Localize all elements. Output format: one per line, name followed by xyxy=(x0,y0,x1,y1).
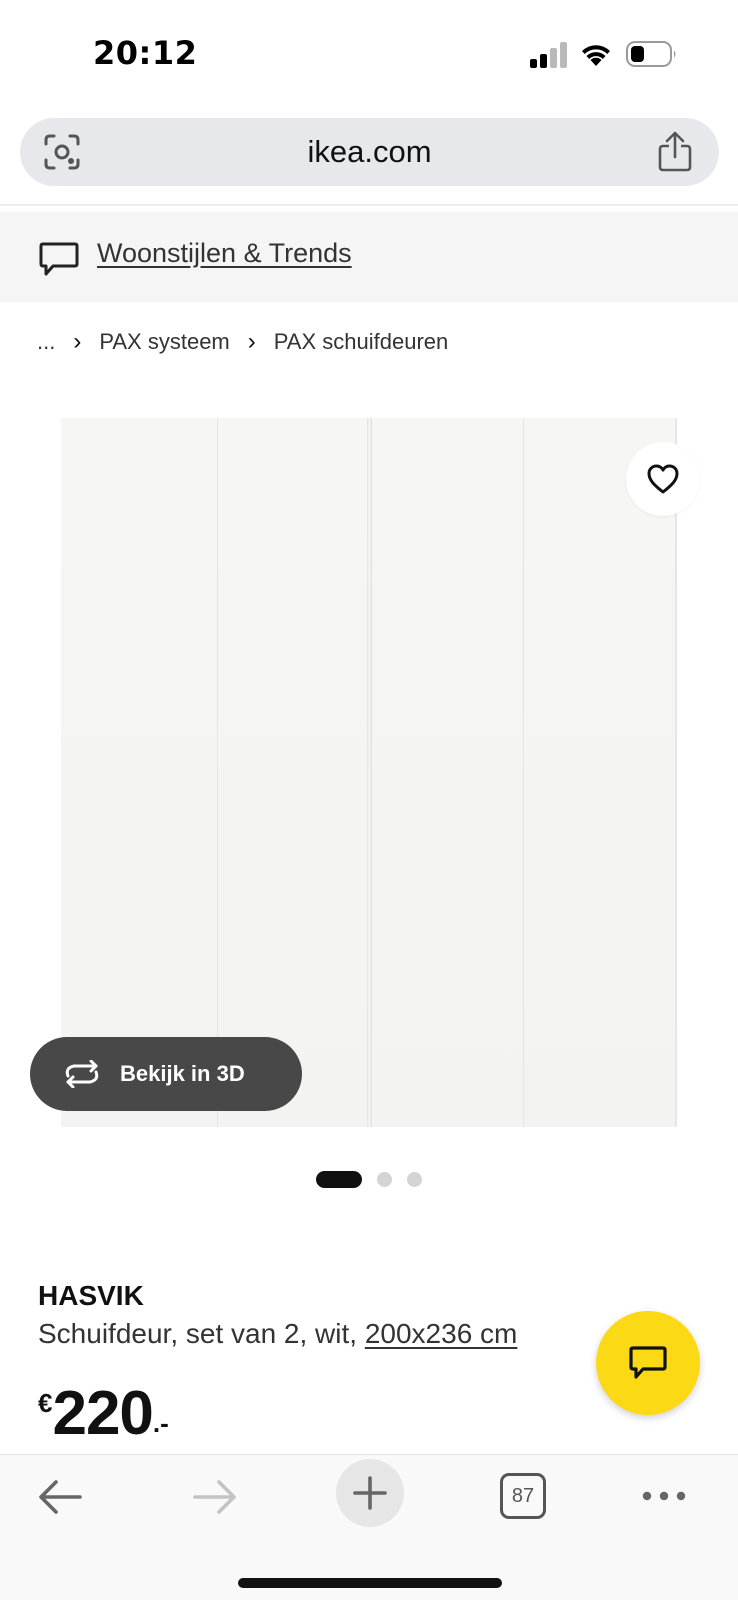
door-gap xyxy=(367,418,372,1127)
door-panel-line xyxy=(217,418,218,1127)
styles-trends-link[interactable]: Woonstijlen & Trends xyxy=(97,238,352,269)
rotate-3d-icon xyxy=(65,1060,99,1088)
carousel-dot[interactable] xyxy=(377,1171,392,1187)
more-options-icon[interactable] xyxy=(641,1481,687,1511)
door-edge xyxy=(675,418,677,1127)
status-time: 20:12 xyxy=(93,34,198,72)
home-indicator[interactable] xyxy=(238,1578,502,1588)
breadcrumb: ... › PAX systeem › PAX schuifdeuren xyxy=(37,328,448,356)
plus-icon xyxy=(353,1476,387,1510)
back-arrow-icon[interactable] xyxy=(37,1477,83,1517)
chat-icon xyxy=(629,1346,667,1379)
address-bar[interactable]: ikea.com xyxy=(20,118,719,186)
breadcrumb-item-pax-system[interactable]: PAX systeem xyxy=(99,329,229,355)
chat-button[interactable] xyxy=(596,1311,700,1415)
carousel-dot-active[interactable] xyxy=(316,1170,362,1188)
tabs-button[interactable]: 87 xyxy=(500,1473,546,1519)
product-name: HASVIK xyxy=(38,1280,144,1311)
cellular-signal-icon xyxy=(530,42,567,68)
chat-icon xyxy=(39,242,79,276)
forward-arrow-icon[interactable] xyxy=(192,1477,238,1517)
price-amount: 220 xyxy=(52,1379,153,1448)
door-panel-line xyxy=(523,418,524,1127)
header-divider xyxy=(0,204,738,206)
image-carousel-dots xyxy=(316,1170,422,1188)
battery-icon xyxy=(626,41,676,67)
product-price: € 220 .- xyxy=(38,1382,169,1446)
view-3d-button[interactable]: Bekijk in 3D xyxy=(30,1037,302,1111)
wifi-icon xyxy=(582,45,610,66)
product-description: Schuifdeur, set van 2, wit, 200x236 cm xyxy=(38,1318,517,1350)
view-3d-label: Bekijk in 3D xyxy=(120,1061,245,1086)
promo-banner: Woonstijlen & Trends xyxy=(0,212,738,302)
product-description-text: Schuifdeur, set van 2, wit, xyxy=(38,1318,365,1349)
carousel-dot[interactable] xyxy=(407,1171,422,1187)
price-suffix: .- xyxy=(152,1408,169,1438)
favorite-button[interactable] xyxy=(626,442,700,516)
status-bar: 20:12 xyxy=(0,0,738,108)
new-tab-button[interactable] xyxy=(336,1459,404,1527)
product-size-link[interactable]: 200x236 cm xyxy=(365,1318,518,1349)
url-text[interactable]: ikea.com xyxy=(20,134,719,170)
breadcrumb-separator-icon: › xyxy=(73,328,82,355)
product-image[interactable] xyxy=(61,418,677,1127)
breadcrumb-ellipsis[interactable]: ... xyxy=(37,329,55,355)
heart-icon xyxy=(647,464,679,494)
breadcrumb-separator-icon: › xyxy=(247,328,256,355)
price-currency: € xyxy=(38,1388,53,1418)
share-icon[interactable] xyxy=(657,130,693,172)
breadcrumb-item-pax-sliding-doors[interactable]: PAX schuifdeuren xyxy=(274,329,448,355)
